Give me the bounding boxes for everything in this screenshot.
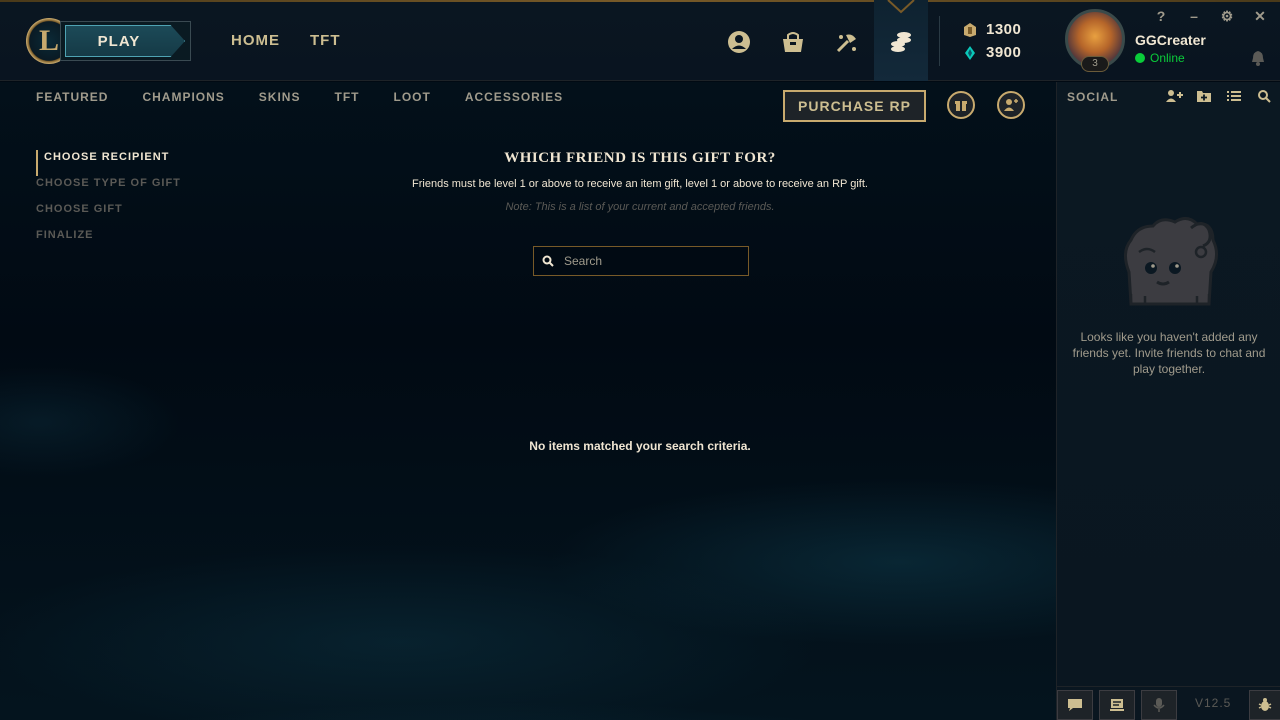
client-version: V12.5 xyxy=(1195,696,1232,710)
missions-icon xyxy=(1110,699,1124,711)
logo-letter: L xyxy=(38,24,59,57)
subnav-loot[interactable]: LOOT xyxy=(393,90,430,104)
friend-search[interactable] xyxy=(533,246,749,276)
subnav-featured[interactable]: FEATURED xyxy=(36,90,108,104)
social-title: SOCIAL xyxy=(1067,90,1119,104)
purchase-rp-label: PURCHASE RP xyxy=(798,98,911,114)
subnav-accessories[interactable]: ACCESSORIES xyxy=(465,90,563,104)
empty-friends-message: Looks like you haven't added any friends… xyxy=(1072,330,1266,376)
be-balance[interactable]: 3900 xyxy=(962,44,1021,61)
search-input[interactable] xyxy=(562,254,748,268)
profile-icon[interactable] xyxy=(723,26,755,58)
search-icon xyxy=(534,255,562,267)
profile-avatar[interactable]: 3 xyxy=(1065,9,1125,73)
gift-button[interactable] xyxy=(947,91,975,119)
rp-balance[interactable]: 1300 xyxy=(962,21,1021,38)
blue-essence-icon xyxy=(965,45,975,60)
gift-note: Note: This is a list of your current and… xyxy=(505,201,775,213)
help-button[interactable]: ? xyxy=(1153,8,1169,24)
subnav-champions[interactable]: CHAMPIONS xyxy=(142,90,224,104)
subnav-skins[interactable]: SKINS xyxy=(259,90,301,104)
play-button-label: PLAY xyxy=(97,32,141,50)
purchase-rp-button[interactable]: PURCHASE RP xyxy=(783,90,926,122)
nav-home[interactable]: HOME xyxy=(231,32,280,49)
microphone-icon xyxy=(1153,698,1165,712)
play-button[interactable]: PLAY xyxy=(60,21,191,61)
social-search-icon[interactable] xyxy=(1255,88,1273,104)
add-folder-icon[interactable] xyxy=(1195,88,1213,104)
add-friend-icon[interactable] xyxy=(1165,88,1183,104)
gift-icon xyxy=(955,101,967,111)
league-client-window: L PLAY HOME TFT 1300 3900 3 GGCreater On… xyxy=(0,0,1280,720)
rp-coin-icon xyxy=(964,22,976,37)
gift-subtitle: Friends must be level 1 or above to rece… xyxy=(412,178,868,190)
status-text: Online xyxy=(1150,51,1185,65)
step-finalize: FINALIZE xyxy=(36,229,94,241)
missions-button[interactable] xyxy=(1099,690,1135,720)
play-button-inner: PLAY xyxy=(65,25,185,57)
empty-results-text: No items matched your search criteria. xyxy=(529,439,751,453)
voice-button[interactable] xyxy=(1141,690,1177,720)
gift-title: WHICH FRIEND IS THIS GIFT FOR? xyxy=(504,150,776,166)
bug-icon xyxy=(1258,698,1272,711)
collection-icon[interactable] xyxy=(777,26,809,58)
poro-mascot-icon xyxy=(1124,217,1218,306)
username[interactable]: GGCreater xyxy=(1135,32,1206,48)
header-divider xyxy=(939,16,940,66)
social-panel: SOCIAL Looks like you haven't added any … xyxy=(1056,82,1280,720)
subnav-tft[interactable]: TFT xyxy=(334,90,359,104)
chat-button[interactable] xyxy=(1057,690,1093,720)
notification-bell-icon[interactable] xyxy=(1251,50,1265,66)
gift-steps: CHOOSE RECIPIENT CHOOSE TYPE OF GIFT CHO… xyxy=(36,150,181,254)
nav-tft[interactable]: TFT xyxy=(310,32,341,49)
top-bar: L PLAY HOME TFT 1300 3900 3 GGCreater On… xyxy=(0,0,1280,81)
store-subnav: FEATURED CHAMPIONS SKINS TFT LOOT ACCESS… xyxy=(36,90,563,104)
settings-button[interactable]: ⚙ xyxy=(1219,8,1235,24)
rp-amount: 1300 xyxy=(986,21,1022,38)
loot-icon[interactable] xyxy=(831,26,863,58)
account-button[interactable] xyxy=(997,91,1025,119)
minimize-button[interactable]: – xyxy=(1186,8,1202,24)
list-view-icon[interactable] xyxy=(1225,88,1243,104)
store-icon[interactable] xyxy=(885,26,917,58)
top-nav: HOME TFT xyxy=(231,32,341,49)
be-amount: 3900 xyxy=(986,44,1022,61)
step-choose-gift: CHOOSE GIFT xyxy=(36,203,123,215)
status-indicator[interactable]: Online xyxy=(1135,51,1185,65)
close-button[interactable]: ✕ xyxy=(1252,8,1268,24)
level-badge: 3 xyxy=(1081,56,1109,72)
account-icon xyxy=(1004,99,1018,111)
step-choose-type: CHOOSE TYPE OF GIFT xyxy=(36,177,181,189)
active-tab-chevron-icon xyxy=(887,0,915,14)
report-bug-button[interactable] xyxy=(1249,690,1280,720)
step-choose-recipient[interactable]: CHOOSE RECIPIENT xyxy=(36,150,181,176)
status-dot-icon xyxy=(1135,53,1145,63)
social-footer: V12.5 xyxy=(1057,686,1280,720)
chat-icon xyxy=(1068,699,1082,711)
